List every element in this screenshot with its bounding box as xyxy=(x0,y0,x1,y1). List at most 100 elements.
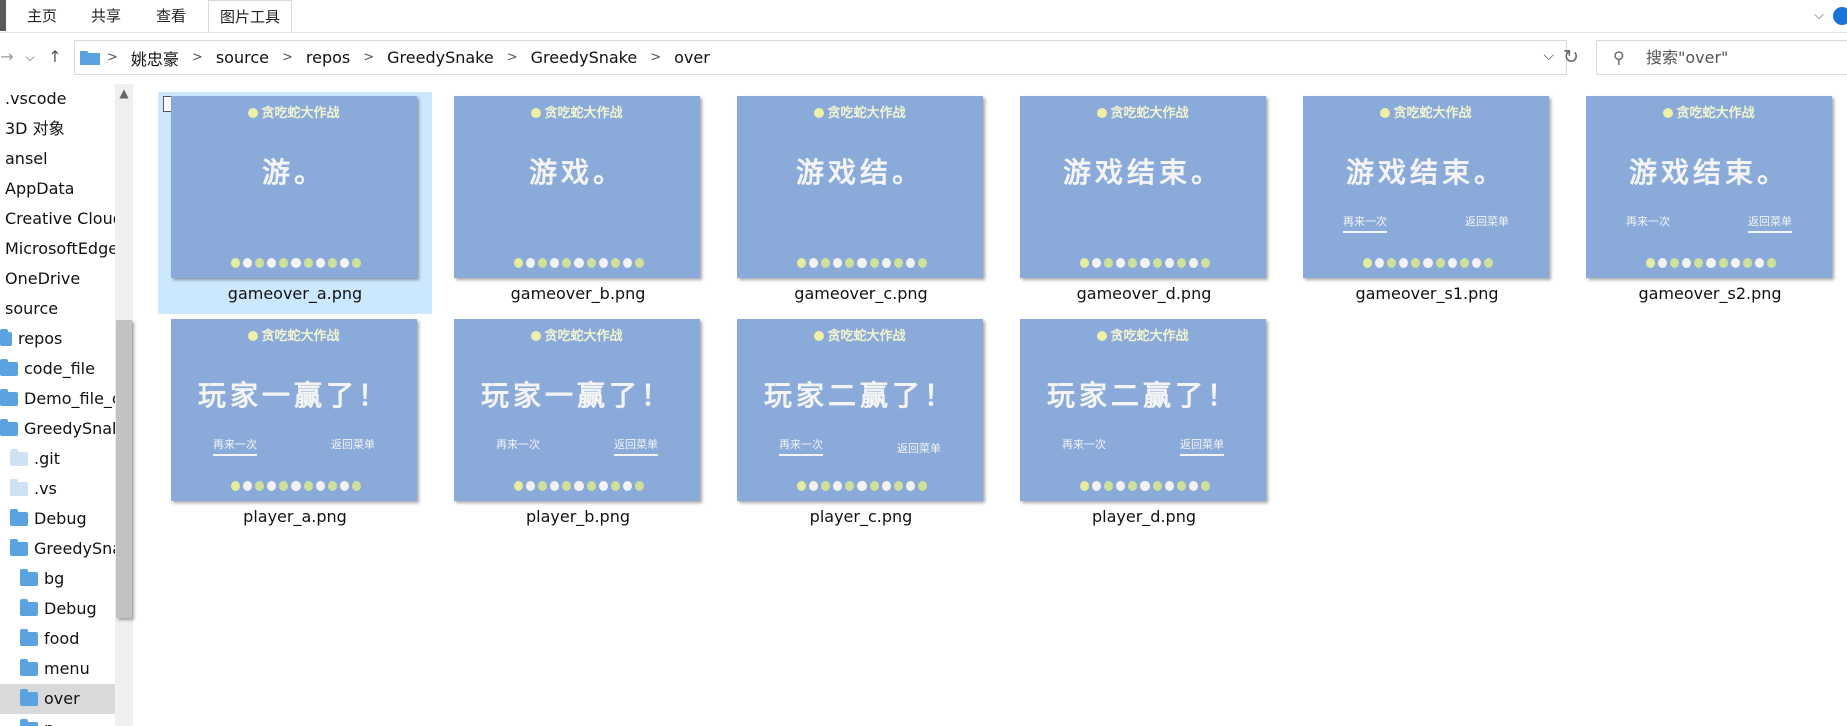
sidebar-item-greedysnake-sub[interactable]: GreedySna xyxy=(0,534,115,564)
preview-text: 玩家二赢了！ xyxy=(1046,379,1239,412)
file-thumbnail[interactable]: 贪吃蛇大作战 游。 gameover_a.png xyxy=(158,92,432,314)
up-icon[interactable]: ↑ xyxy=(44,43,66,71)
file-thumbnail[interactable]: 贪吃蛇大作战 游戏结束。 再来一次 返回菜单 gameover_s1.png xyxy=(1290,92,1564,314)
folder-icon xyxy=(20,569,38,586)
sidebar-item-label: food xyxy=(44,629,80,648)
file-thumbnail[interactable]: 贪吃蛇大作战 玩家一赢了！ 再来一次 返回菜单 player_b.png xyxy=(441,315,715,537)
sidebar-item-vscode[interactable]: .vscode xyxy=(0,84,115,114)
preview-option-menu: 返回菜单 xyxy=(1180,438,1224,456)
breadcrumb-item[interactable]: source xyxy=(214,48,271,67)
tab-picture-tools[interactable]: 图片工具 xyxy=(208,0,293,32)
recent-locations-icon[interactable]: ⌵ xyxy=(22,43,38,71)
search-placeholder: 搜索"over" xyxy=(1646,48,1729,67)
refresh-icon[interactable]: ↻ xyxy=(1552,40,1590,75)
snake-dots xyxy=(231,481,362,493)
tab-view[interactable]: 查看 xyxy=(145,0,197,31)
sidebar-item-3d-objects[interactable]: 3D 对象 xyxy=(0,114,115,144)
sidebar-item-creative-cloud[interactable]: Creative Cloud xyxy=(0,204,115,234)
file-thumbnail[interactable]: 贪吃蛇大作战 游戏结束。 再来一次 返回菜单 gameover_s2.png xyxy=(1573,92,1847,314)
breadcrumb-separator-icon[interactable]: > xyxy=(363,50,374,65)
breadcrumb-item[interactable]: 姚忠豪 xyxy=(129,46,181,70)
file-thumbnail[interactable]: 贪吃蛇大作战 玩家二赢了！ 再来一次 返回菜单 player_d.png xyxy=(1007,315,1281,537)
sidebar-item-label: Demo_file_c xyxy=(24,389,115,408)
sidebar-item-over[interactable]: over xyxy=(0,684,115,714)
sidebar-item-code-file[interactable]: code_file xyxy=(0,354,115,384)
file-thumbnail[interactable]: 贪吃蛇大作战 游戏。 gameover_b.png xyxy=(441,92,715,314)
sidebar-item-ansel[interactable]: ansel xyxy=(0,144,115,174)
folder-icon xyxy=(20,659,38,676)
folder-icon xyxy=(0,329,12,346)
file-thumbnail[interactable]: 贪吃蛇大作战 玩家二赢了！ 再来一次 返回菜单 player_c.png xyxy=(724,315,998,537)
breadcrumb-item[interactable]: GreedySnake xyxy=(529,48,640,67)
sidebar-item-source[interactable]: source xyxy=(0,294,115,324)
image-preview: 贪吃蛇大作战 玩家一赢了！ 再来一次 返回菜单 xyxy=(171,319,417,501)
sidebar-item-p[interactable]: p xyxy=(0,714,115,726)
sidebar-item-label: MicrosoftEdge xyxy=(5,239,115,258)
sidebar-item-label: bg xyxy=(44,569,65,588)
ribbon-collapse-icon[interactable]: ⌵ xyxy=(1809,6,1829,26)
folder-icon xyxy=(0,389,18,406)
breadcrumb-item[interactable]: GreedySnake xyxy=(385,48,496,67)
preview-title: 贪吃蛇大作战 xyxy=(1020,102,1266,121)
sidebar-item-debug-sub[interactable]: Debug xyxy=(0,594,115,624)
image-preview: 贪吃蛇大作战 游戏结束。 再来一次 返回菜单 xyxy=(1586,96,1832,278)
breadcrumb-item[interactable]: over xyxy=(672,48,712,67)
breadcrumb-item[interactable]: repos xyxy=(304,48,352,67)
sidebar-item-menu[interactable]: menu xyxy=(0,654,115,684)
file-name: gameover_s2.png xyxy=(1638,284,1782,303)
help-icon[interactable] xyxy=(1833,7,1847,25)
breadcrumb-separator-icon[interactable]: > xyxy=(192,50,203,65)
scrollbar-thumb[interactable] xyxy=(116,320,132,618)
address-bar[interactable]: > 姚忠豪 > source > repos > GreedySnake > G… xyxy=(74,40,1567,75)
preview-text: 游戏结束。 xyxy=(1062,156,1223,189)
forward-icon[interactable]: → xyxy=(0,43,14,71)
sidebar-item-microsoftedge[interactable]: MicrosoftEdge xyxy=(0,234,115,264)
sidebar-item-bg[interactable]: bg xyxy=(0,564,115,594)
navigation-pane: .vscode 3D 对象 ansel AppData Creative Clo… xyxy=(0,84,115,726)
image-preview: 贪吃蛇大作战 游。 xyxy=(171,96,417,278)
preview-text: 游。 xyxy=(261,156,326,189)
folder-icon xyxy=(0,419,18,436)
folder-icon xyxy=(10,539,28,556)
preview-title: 贪吃蛇大作战 xyxy=(171,325,417,344)
sidebar-item-vs[interactable]: .vs xyxy=(0,474,115,504)
file-name: gameover_b.png xyxy=(510,284,646,303)
folder-icon xyxy=(0,359,18,376)
sidebar-item-appdata[interactable]: AppData xyxy=(0,174,115,204)
breadcrumb-separator-icon[interactable]: > xyxy=(507,50,518,65)
preview-option-menu: 返回菜单 xyxy=(897,442,941,455)
file-thumbnail[interactable]: 贪吃蛇大作战 玩家一赢了！ 再来一次 返回菜单 player_a.png xyxy=(158,315,432,537)
scroll-up-icon[interactable]: ▲ xyxy=(115,86,133,100)
sidebar-item-onedrive[interactable]: OneDrive xyxy=(0,264,115,294)
tab-share[interactable]: 共享 xyxy=(80,0,132,31)
file-name: player_d.png xyxy=(1092,507,1196,526)
sidebar-item-debug[interactable]: Debug xyxy=(0,504,115,534)
search-input[interactable]: ⚲ 搜索"over" xyxy=(1596,40,1847,75)
preview-title: 贪吃蛇大作战 xyxy=(454,102,700,121)
sidebar-item-git[interactable]: .git xyxy=(0,444,115,474)
file-thumbnail[interactable]: 贪吃蛇大作战 游戏结。 gameover_c.png xyxy=(724,92,998,314)
sidebar-scrollbar[interactable]: ▲ xyxy=(115,84,133,726)
sidebar-item-label: Debug xyxy=(34,509,87,528)
preview-title: 贪吃蛇大作战 xyxy=(171,102,417,121)
image-preview: 贪吃蛇大作战 游戏。 xyxy=(454,96,700,278)
snake-dots xyxy=(797,258,928,270)
sidebar-item-food[interactable]: food xyxy=(0,624,115,654)
snake-dots xyxy=(1080,481,1211,493)
breadcrumb-separator-icon[interactable]: > xyxy=(282,50,293,65)
sidebar-item-label: .vscode xyxy=(5,89,67,108)
breadcrumb-separator-icon[interactable]: > xyxy=(650,50,661,65)
tab-home[interactable]: 主页 xyxy=(16,0,68,31)
preview-text: 玩家一赢了！ xyxy=(197,379,390,412)
sidebar-item-demo-file[interactable]: Demo_file_c xyxy=(0,384,115,414)
image-preview: 贪吃蛇大作战 玩家二赢了！ 再来一次 返回菜单 xyxy=(1020,319,1266,501)
image-preview: 贪吃蛇大作战 玩家二赢了！ 再来一次 返回菜单 xyxy=(737,319,983,501)
sidebar-item-label: p xyxy=(44,719,54,726)
folder-icon xyxy=(20,599,38,616)
snake-dots xyxy=(1646,258,1777,270)
file-thumbnail[interactable]: 贪吃蛇大作战 游戏结束。 gameover_d.png xyxy=(1007,92,1281,314)
sidebar-item-repos[interactable]: repos xyxy=(0,324,115,354)
sidebar-item-greedysnake[interactable]: GreedySnake xyxy=(0,414,115,444)
sidebar-item-label: menu xyxy=(44,659,90,678)
sidebar-item-label: GreedySna xyxy=(34,539,115,558)
